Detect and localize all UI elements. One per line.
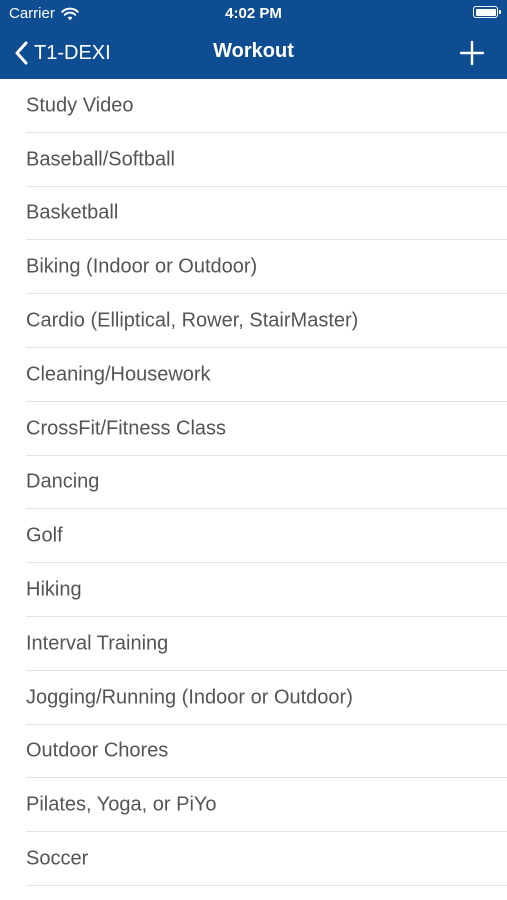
workout-label: Biking (Indoor or Outdoor) [26,255,258,278]
battery-icon [473,6,501,18]
plus-icon [459,40,485,66]
workout-label: Jogging/Running (Indoor or Outdoor) [26,686,353,709]
workout-list-item[interactable]: Basketball [0,187,507,241]
row-divider [26,884,507,886]
workout-label: Dancing [26,470,100,493]
workout-list-item[interactable]: CrossFit/Fitness Class [0,402,507,456]
workout-label: CrossFit/Fitness Class [26,417,227,440]
workout-list-item[interactable]: Baseball/Softball [0,133,507,187]
workout-list-item[interactable]: Study Video [0,79,507,133]
workout-label: Golf [26,524,63,547]
workout-list-item[interactable]: Jogging/Running (Indoor or Outdoor) [0,671,507,725]
workout-label: Hiking [26,578,82,601]
workout-list-item[interactable]: Cleaning/Housework [0,348,507,402]
workout-label: Baseball/Softball [26,148,175,171]
workout-list-item[interactable]: Dancing [0,456,507,510]
workout-list-item[interactable]: Golf [0,509,507,564]
workout-list-item[interactable]: Cardio (Elliptical, Rower, StairMaster) [0,294,507,348]
workout-label: Basketball [26,201,119,224]
workout-list: Study Video Baseball/Softball Basketball Bi… [0,79,507,886]
workout-list-item[interactable]: Biking (Indoor or Outdoor) [0,240,507,295]
status-bar: Carrier 4:02 PM [0,0,507,28]
workout-label: Soccer [26,847,89,870]
workout-label: Cardio (Elliptical, Rower, StairMaster) [26,309,359,332]
workout-label: Study Video [26,94,134,117]
workout-list-item[interactable]: Outdoor Chores [0,725,507,779]
page-title: Workout [213,40,294,62]
workout-list-item[interactable]: Pilates, Yoga, or PiYo [0,778,507,833]
workout-label: Cleaning/Housework [26,363,211,386]
add-button[interactable] [459,40,485,66]
workout-list-item[interactable]: Interval Training [0,617,507,671]
workout-label: Outdoor Chores [26,739,169,762]
status-time: 4:02 PM [225,5,282,22]
workout-label: Interval Training [26,632,169,655]
header: Carrier 4:02 PM T1-DEXI Workout [0,0,507,79]
workout-label: Pilates, Yoga, or PiYo [26,793,217,816]
workout-list-item[interactable]: Soccer [0,832,507,886]
navigation-bar: T1-DEXI Workout [0,28,507,79]
workout-list-item[interactable]: Hiking [0,563,507,617]
